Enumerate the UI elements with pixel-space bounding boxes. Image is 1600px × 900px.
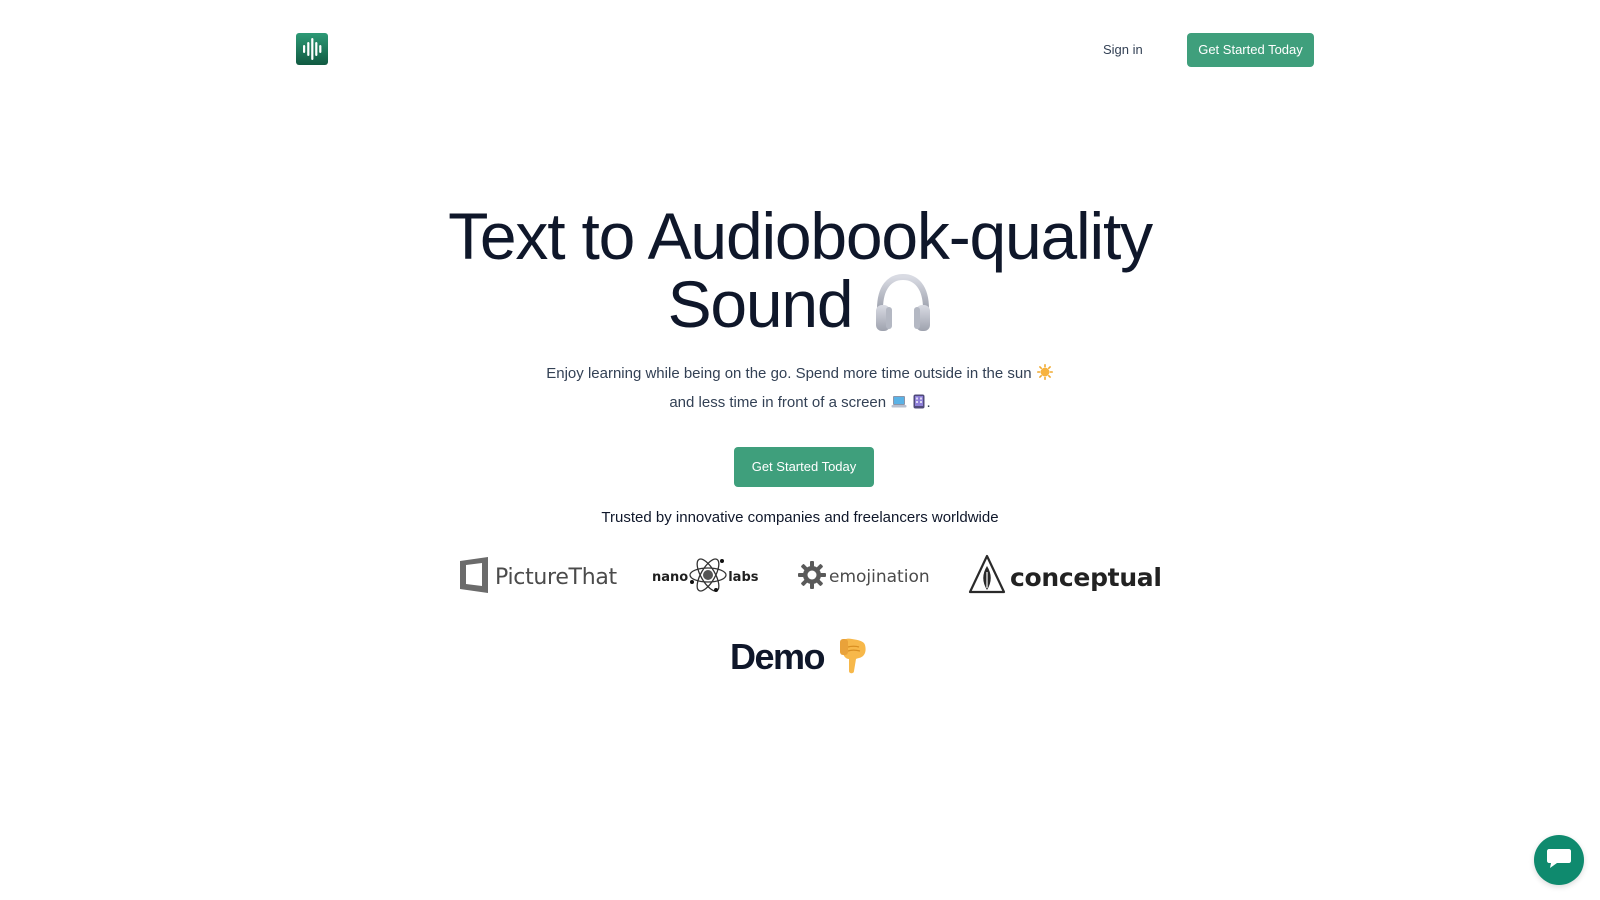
hero-title: Text to Audiobook-quality Sound <box>400 202 1200 344</box>
subtitle-line-1-wrap: Enjoy learning while being on the go. Sp… <box>500 360 1100 389</box>
pen-nib-icon <box>968 554 1006 601</box>
company-conceptual: conceptual <box>968 554 1162 601</box>
hero-get-started-button[interactable]: Get Started Today <box>734 447 874 487</box>
tablet-icon <box>913 391 925 418</box>
company-name-picturethat: PictureThat <box>495 564 617 590</box>
subtitle-end: . <box>926 394 931 411</box>
sound-wave-icon <box>303 38 322 60</box>
subtitle-line-1: Enjoy learning while being on the go. Sp… <box>546 365 1032 382</box>
laptop-icon <box>891 391 907 418</box>
sun-icon <box>1036 362 1053 389</box>
company-name-emojination: emojination <box>829 567 930 587</box>
landing-page: Sign in Get Started Today Text to Audiob… <box>0 0 1600 900</box>
logo[interactable] <box>296 33 328 65</box>
atom-icon <box>688 554 728 601</box>
hero-title-line-2: Sound <box>667 267 854 341</box>
headphones-icon <box>874 273 932 344</box>
hero-title-line-1: Text to Audiobook-quality <box>448 199 1153 273</box>
company-picturethat: PictureThat <box>457 555 617 599</box>
header: Sign in Get Started Today <box>296 33 1314 67</box>
chat-widget-button[interactable] <box>1534 835 1584 885</box>
demo-label: Demo <box>729 636 826 677</box>
pointing-down-icon <box>836 637 870 684</box>
sign-in-link[interactable]: Sign in <box>1103 42 1143 57</box>
company-nanolabs: nano labs <box>652 555 759 599</box>
trusted-by-text: Trusted by innovative companies and free… <box>601 509 999 526</box>
company-logos: PictureThat nano labs emojination concep… <box>457 554 1162 599</box>
company-name-nano: nano <box>652 569 689 585</box>
demo-heading: Demo <box>650 636 950 684</box>
chat-bubble-icon <box>1546 846 1572 875</box>
company-name-conceptual: conceptual <box>1010 562 1162 592</box>
gear-icon <box>797 560 827 595</box>
hero-title-line-2-wrap: Sound <box>400 270 1200 344</box>
company-name-labs: labs <box>728 569 759 585</box>
company-emojination: emojination <box>797 555 930 599</box>
hero-subtitle: Enjoy learning while being on the go. Sp… <box>500 360 1100 418</box>
header-get-started-button[interactable]: Get Started Today <box>1187 33 1314 67</box>
subtitle-line-2-wrap: and less time in front of a screen . <box>500 389 1100 418</box>
picturethat-logo-icon <box>457 555 491 600</box>
subtitle-line-2: and less time in front of a screen <box>669 394 887 411</box>
